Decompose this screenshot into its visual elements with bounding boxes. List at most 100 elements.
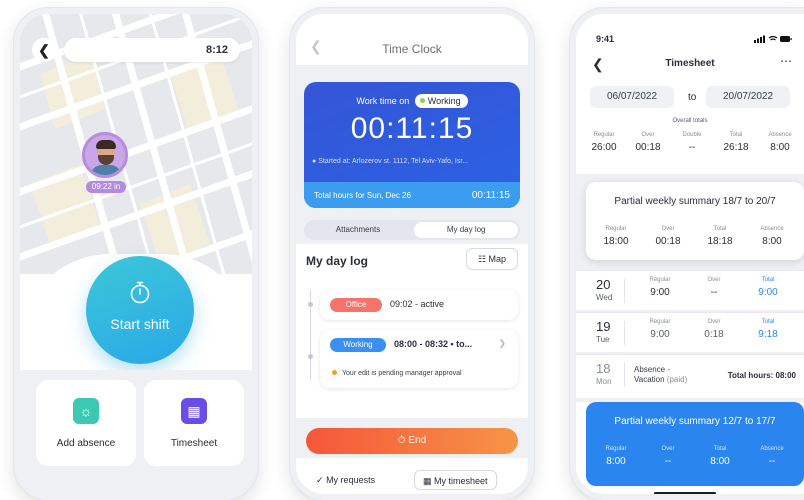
tab-my-day-log[interactable]: My day log [414,222,518,238]
weekly-total: Total 18:18 [698,226,742,247]
tab-attachments[interactable]: Attachments [304,220,412,240]
map-button[interactable]: ☷ Map [466,248,518,270]
col-header: Absence [760,226,784,232]
log-entry-office[interactable]: Office 09:02 - active [320,290,518,320]
my-requests-label: My requests [326,475,376,485]
overall-total: Total 26:18 [718,132,754,153]
col-value: 8:00 [762,236,782,247]
col-header: Regular [649,277,671,283]
day-row[interactable]: 20 Wed Regular 9:00 Over -- Total 9:00 [576,270,804,310]
day-number: 19 [596,319,611,334]
status-badge: Working [414,94,468,108]
back-button[interactable]: ❮ [32,38,56,62]
status-dot-icon [419,98,425,103]
my-timesheet-link[interactable]: ▦ My timesheet [414,470,497,490]
timeline-dot [308,302,313,307]
col-header: Over [641,132,655,138]
col-value: -- [664,456,672,467]
col-value: 9:00 [650,329,670,340]
time-clock-header: ❮ Time Clock [296,14,528,66]
weekly-over: Over -- [646,446,690,467]
day-regular: Regular 9:00 [640,277,680,298]
overall-over: Over 00:18 [630,132,666,153]
map-icon: ☷ [477,254,487,264]
col-value: -- [688,142,696,153]
action-tiles: ☼ Add absence ▦ Timesheet [20,370,252,494]
day-number: 18 [596,361,611,376]
add-absence-tile[interactable]: ☼ Add absence [36,380,136,466]
my-requests-link[interactable]: ✓ My requests [316,470,375,490]
page-title: Time Clock [382,42,442,56]
work-time-row: Work time on Working [304,94,520,108]
col-header: Double [682,132,702,138]
map-view[interactable]: ❮ 8:12 09:22 in [20,14,252,274]
user-avatar[interactable] [82,132,128,178]
total-hours-value: 00:11:15 [471,190,510,201]
total-hours-label: Total hours for Sun, Dec 26 [314,191,411,200]
day-total: Total 9:18 [748,319,788,340]
home-indicator[interactable] [654,492,716,494]
screen-time-clock: ❮ Time Clock Work time on Working 00:11:… [296,14,528,494]
end-button[interactable]: ⏱ End [306,428,518,454]
pending-dot-icon [332,370,337,375]
log-entry-working[interactable]: Working 08:00 - 08:32 • to... ❯ Your edi… [320,330,518,388]
col-header: Regular [649,319,671,325]
absence-sub-label: Vacation [634,375,665,384]
col-header: Regular [605,446,627,452]
date-to-label: to [688,92,697,103]
chevron-right-icon: ❯ [498,338,506,348]
total-hours-bar: Total hours for Sun, Dec 26 00:11:15 [304,182,520,208]
overall-totals-label: Overall totals [672,118,708,124]
col-header: Absence [768,132,792,138]
col-header: Total [713,226,727,232]
date-from-field[interactable]: 06/07/2022 [590,86,674,108]
status-badge-label: Working [427,96,461,106]
col-header: Regular [605,226,627,232]
weekly-summary-card-active[interactable]: Partial weekly summary 12/7 to 17/7 Regu… [586,402,804,486]
col-header: Total [761,319,775,325]
end-button-label: End [408,435,427,446]
timesheet-icon: ▦ [181,398,207,424]
work-time-card: Work time on Working 00:11:15 ● Started … [304,82,520,208]
work-time-label: Work time on [356,96,410,106]
weekly-summary-card[interactable]: Partial weekly summary 18/7 to 20/7 Regu… [586,182,804,260]
day-number: 20 [596,277,611,292]
weekly-over: Over 00:18 [646,226,690,247]
col-value: 9:18 [758,329,778,340]
chevron-left-icon: ❮ [38,41,50,58]
col-value: -- [710,287,718,298]
weekly-summary-title: Partial weekly summary 12/7 to 17/7 [614,416,776,427]
weekly-absence: Absence -- [750,446,794,467]
my-timesheet-label: My timesheet [434,476,488,486]
absence-type-label: Absence - [634,365,671,374]
date-to-field[interactable]: 20/07/2022 [706,86,790,108]
more-icon[interactable]: ⋯ [780,54,792,68]
pending-note: Your edit is pending manager approval [332,370,462,377]
absence-type: Absence - Vacation (paid) [634,365,687,385]
location-pin-icon: ● [312,158,317,165]
weekly-regular: Regular 8:00 [594,446,638,467]
timeline-dot [308,354,313,359]
phone-timesheet: 9:41 ❮ Timesheet ⋯ 06/07/2022 to 20/07/2… [570,8,804,500]
col-header: Total [713,446,727,452]
day-weekday: Wed [596,293,613,302]
weekly-summary-title: Partial weekly summary 18/7 to 20/7 [614,196,776,207]
col-header: Absence [760,446,784,452]
day-over: Over -- [694,277,734,298]
timesheet-tile[interactable]: ▦ Timesheet [144,380,244,466]
day-regular: Regular 9:00 [640,319,680,340]
day-log-section: My day log ☷ Map Office 09:02 - active W… [296,244,528,418]
absence-total: Total hours: 08:00 [727,371,796,380]
start-shift-button[interactable]: Start shift [86,256,194,364]
overall-absence: Absence 8:00 [762,132,798,153]
day-row[interactable]: 19 Tue Regular 9:00 Over 0:18 Total 9:18 [576,312,804,352]
day-separator [624,321,625,345]
absence-day-row[interactable]: 18 Mon Absence - Vacation (paid) Total h… [576,354,804,398]
screen-timesheet: 9:41 ❮ Timesheet ⋯ 06/07/2022 to 20/07/2… [576,14,804,494]
weekly-total: Total 8:00 [698,446,742,467]
timer-icon: ⏱ [397,435,406,446]
timesheet-nav: ❮ Timesheet ⋯ [576,54,804,74]
page-title: Timesheet [665,58,715,69]
weekly-absence: Absence 8:00 [750,226,794,247]
weekly-regular: Regular 18:00 [594,226,638,247]
